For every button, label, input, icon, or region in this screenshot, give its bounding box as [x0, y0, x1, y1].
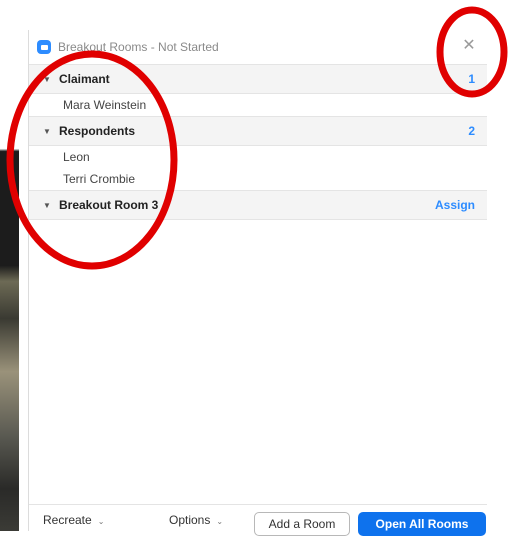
room-row-respondents[interactable]: ▼ Respondents 2: [29, 116, 487, 146]
options-label: Options: [169, 513, 211, 527]
caret-down-icon[interactable]: ▼: [43, 75, 53, 84]
chevron-down-icon: ⌄: [97, 517, 105, 526]
footer-bar: Recreate ⌄ Options ⌄ Add a Room Open All R…: [29, 504, 487, 536]
caret-down-icon[interactable]: ▼: [43, 127, 53, 136]
participant-item[interactable]: Leon: [29, 146, 487, 168]
window-title: Breakout Rooms - Not Started: [58, 40, 219, 54]
recreate-label: Recreate: [43, 513, 92, 527]
chevron-down-icon: ⌄: [216, 517, 224, 526]
room-count: 1: [468, 72, 475, 86]
participant-item[interactable]: Terri Crombie: [29, 168, 487, 190]
room-name: Claimant: [59, 72, 110, 86]
participant-item[interactable]: Mara Weinstein: [29, 94, 487, 116]
rooms-list: ▼ Claimant 1 Mara Weinstein ▼ Respondent…: [29, 64, 487, 220]
recreate-dropdown[interactable]: Recreate ⌄: [43, 513, 104, 527]
assign-link[interactable]: Assign: [435, 198, 475, 212]
add-room-button[interactable]: Add a Room: [254, 512, 350, 536]
open-all-rooms-button[interactable]: Open All Rooms: [358, 512, 486, 536]
options-dropdown[interactable]: Options ⌄: [169, 513, 223, 527]
room-count: 2: [468, 124, 475, 138]
close-icon[interactable]: ✕: [461, 38, 477, 54]
breakout-rooms-window: Breakout Rooms - Not Started ✕ ▼ Claiman…: [28, 30, 487, 536]
caret-down-icon[interactable]: ▼: [43, 201, 53, 210]
title-bar: Breakout Rooms - Not Started ✕: [29, 30, 487, 64]
room-row-claimant[interactable]: ▼ Claimant 1: [29, 64, 487, 94]
room-row-breakout-3[interactable]: ▼ Breakout Room 3 Assign: [29, 190, 487, 220]
room-name: Respondents: [59, 124, 136, 138]
zoom-app-icon: [37, 40, 51, 54]
background-video-strip: [0, 0, 19, 531]
room-name: Breakout Room 3: [59, 198, 159, 212]
